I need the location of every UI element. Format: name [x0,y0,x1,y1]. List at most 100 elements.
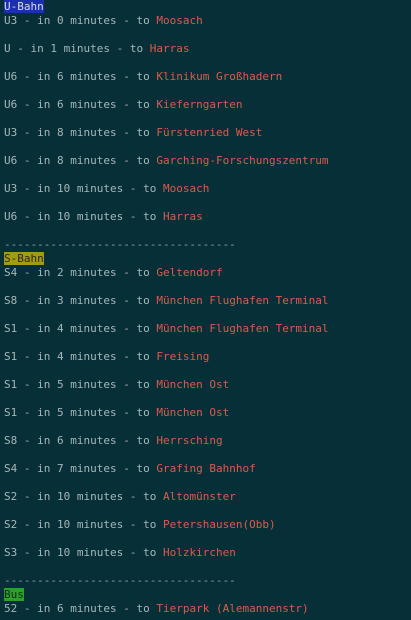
destination: München Flughafen Terminal [156,322,329,335]
section-header-bus: Bus [4,588,409,602]
row-text: U3 [4,182,18,195]
row-text: 6 [57,98,64,111]
row-text: to [136,378,157,391]
row-text: - [17,294,38,307]
row-text: minutes [63,350,117,363]
row-text: in [37,350,57,363]
destination: Petershausen(Obb) [162,518,276,531]
row-text: S2 [4,490,18,503]
row-text: in [37,266,57,279]
row-text: U3 [4,126,18,139]
departure-row: U6 - in 8 minutes - to Garching-Forschun… [4,154,409,182]
departure-row: S4 - in 2 minutes - to Geltendorf [4,266,409,294]
row-text: to [136,266,157,279]
row-text: - [123,490,144,503]
row-text: 10 [57,210,71,223]
row-text: - [17,182,38,195]
row-text: minutes [70,490,124,503]
row-text: to [143,182,163,195]
destination: Moosach [156,14,203,27]
departure-row: S8 - in 3 minutes - to München Flughafen… [4,294,409,322]
row-text: - [116,14,137,27]
row-text: S8 [4,434,18,447]
destination: Freising [156,350,210,363]
row-text: minutes [63,14,117,27]
row-text: - [116,434,137,447]
departure-row: U6 - in 6 minutes - to Klinikum Großhade… [4,70,409,98]
row-text: U6 [4,70,18,83]
row-text: in [37,154,57,167]
section-bus: Bus 52 - in 6 minutes - to Tierpark (Ale… [4,588,409,616]
row-text: 10 [57,546,71,559]
row-text: - [17,546,38,559]
departure-row: S1 - in 5 minutes - to München Ost [4,378,409,406]
departure-row: U3 - in 8 minutes - to Fürstenried West [4,126,409,154]
destination: München Flughafen Terminal [156,294,329,307]
row-text: to [136,322,157,335]
row-text: - [17,350,38,363]
row-text: - [17,14,38,27]
row-text: S1 [4,378,18,391]
departure-row: 52 - in 6 minutes - to Tierpark (Alemann… [4,602,409,616]
departure-row: U3 - in 0 minutes - to Moosach [4,14,203,27]
departure-row: S1 - in 5 minutes - to München Ost [4,406,409,434]
row-text: - [17,126,38,139]
row-text: in [37,602,57,615]
row-text: 10 [57,490,71,503]
row-text: - [17,490,38,503]
row-text: 8 [57,154,64,167]
row-text: to [136,294,157,307]
row-text: 1 [50,42,57,55]
row-text: to [136,98,157,111]
row-text: 8 [57,126,64,139]
row-text: - [116,322,137,335]
row-text: - [116,406,137,419]
row-text: 52 [4,602,18,615]
bus-header-label: Bus [4,588,24,601]
row-text: - [17,322,38,335]
row-text: in [37,322,57,335]
row-text: 4 [57,350,64,363]
row-text: minutes [63,434,117,447]
row-text: in [37,546,57,559]
section-sbahn: S-Bahn S4 - in 2 minutes - to Geltendorf… [4,252,409,588]
row-text: to [136,406,157,419]
row-text: S1 [4,350,18,363]
row-text: in [37,378,57,391]
departure-row: U - in 1 minutes - to Harras [4,42,409,70]
row-text: minutes [63,98,117,111]
section-separator: ----------------------------------- [4,238,236,251]
destination: Moosach [162,182,210,195]
row-text: - [17,434,38,447]
row-text: S2 [4,518,18,531]
row-text: 5 [57,378,64,391]
departure-row: S2 - in 10 minutes - to Altomünster [4,490,409,518]
row-text: - [17,70,38,83]
row-text: - [116,126,137,139]
row-text: - [116,266,137,279]
row-text: - [116,70,137,83]
departure-row: U6 - in 10 minutes - to Harras [4,210,409,238]
row-text: to [143,210,163,223]
row-text: in [37,434,57,447]
row-text: 5 [57,406,64,419]
row-text: 6 [57,434,64,447]
row-text: - [123,518,144,531]
row-text: minutes [57,42,110,55]
section-separator: ----------------------------------- [4,574,236,587]
row-text: to [136,462,157,475]
row-text: minutes [63,154,117,167]
destination: Tierpark (Alemannenstr) [156,602,309,615]
row-text: - [116,98,137,111]
departure-row: S8 - in 6 minutes - to Herrsching [4,434,409,462]
row-text: - [17,462,38,475]
row-text: - [123,182,144,195]
row-text: S1 [4,406,18,419]
row-text: to [136,602,157,615]
row-text: minutes [63,378,117,391]
row-text: minutes [63,70,117,83]
row-text: in [37,182,57,195]
row-text: minutes [63,602,117,615]
section-header-sbahn: S-Bahn [4,252,409,266]
row-text: minutes [63,126,117,139]
